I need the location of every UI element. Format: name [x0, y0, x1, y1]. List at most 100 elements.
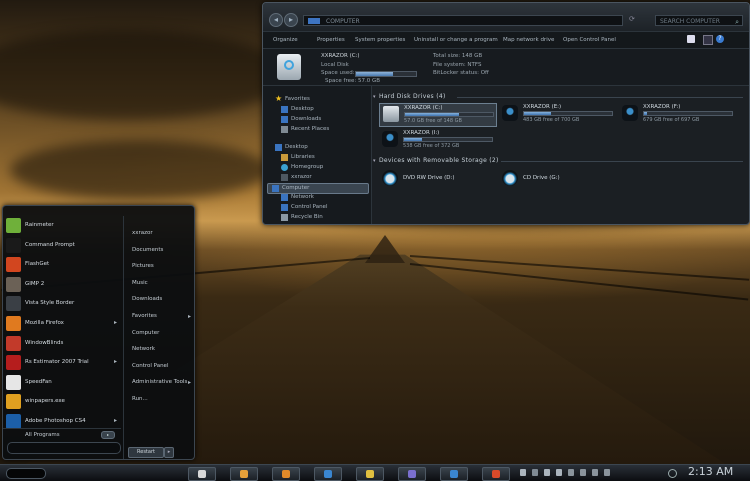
drive-tile-e[interactable]: XXRAZOR (E:) 483 GB free of 700 GB: [499, 103, 615, 125]
program-item[interactable]: Mozilla Firefox ▸: [3, 314, 121, 334]
taskbar-app-button[interactable]: [272, 467, 300, 481]
start-right-item[interactable]: Network: [132, 346, 155, 352]
start-right-item[interactable]: Documents: [132, 247, 163, 253]
uninstall-program-button[interactable]: Uninstall or change a program: [414, 37, 498, 43]
nav-control-panel[interactable]: Control Panel: [281, 203, 327, 212]
system-properties-button[interactable]: System properties: [355, 37, 405, 43]
external-drive-icon: [622, 105, 638, 121]
nav-computer[interactable]: Computer: [267, 183, 369, 194]
power-options-arrow[interactable]: ▸: [164, 447, 174, 458]
nav-recycle-bin[interactable]: Recycle Bin: [281, 213, 323, 222]
nav-downloads[interactable]: Downloads: [281, 115, 321, 124]
tray-icon[interactable]: [568, 469, 574, 476]
nav-libraries[interactable]: Libraries: [281, 153, 315, 162]
drive-tile-i[interactable]: XXRAZOR (I:) 538 GB free of 372 GB: [379, 129, 495, 151]
preview-pane-icon[interactable]: [703, 35, 713, 45]
nav-network[interactable]: Network: [281, 193, 314, 202]
tray-icon[interactable]: [580, 469, 586, 476]
refresh-icon[interactable]: ⟳: [629, 15, 635, 23]
tray-icon[interactable]: [604, 469, 610, 476]
nav-recent-places[interactable]: Recent Places: [281, 125, 329, 134]
map-network-drive-button[interactable]: Map network drive: [503, 37, 554, 43]
downloads-icon: [281, 116, 288, 123]
program-item[interactable]: Rainmeter: [3, 216, 121, 236]
network-tray-icon[interactable]: [544, 469, 550, 476]
organize-button[interactable]: Organize: [273, 37, 298, 43]
taskbar-app-button[interactable]: [314, 467, 342, 481]
program-icon: [6, 335, 21, 351]
drive-tile-d[interactable]: DVD RW Drive (D:): [379, 168, 495, 190]
program-label: Command Prompt: [25, 241, 75, 248]
program-item[interactable]: WindowBlinds: [3, 334, 121, 354]
nav-desktop[interactable]: Desktop: [275, 143, 308, 152]
start-right-item[interactable]: xxrazor: [132, 230, 153, 236]
back-button[interactable]: ◂: [269, 13, 283, 27]
drive-name: DVD RW Drive (D:): [403, 175, 455, 181]
submenu-arrow-icon: ▸: [113, 319, 117, 326]
start-button[interactable]: [6, 468, 46, 479]
drive-tile-g[interactable]: CD Drive (G:): [499, 168, 615, 190]
start-right-item[interactable]: Downloads: [132, 296, 162, 302]
help-icon[interactable]: ?: [716, 35, 724, 43]
nav-homegroup[interactable]: Homegroup: [281, 163, 323, 172]
group-hard-disk-drives[interactable]: Hard Disk Drives (4): [379, 93, 446, 100]
start-right-label: Control Panel: [132, 362, 169, 369]
start-search-input[interactable]: [7, 442, 121, 454]
search-input[interactable]: SEARCH COMPUTER ⌕: [655, 15, 743, 26]
start-right-item[interactable]: Control Panel: [132, 363, 168, 369]
view-icon[interactable]: [687, 35, 695, 43]
nav-user[interactable]: xxrazor: [281, 173, 312, 182]
cd-drive-icon: [502, 170, 518, 186]
start-right-item[interactable]: Administrative Tools ▸: [132, 379, 191, 386]
properties-button[interactable]: Properties: [317, 37, 345, 43]
start-right-item[interactable]: Computer: [132, 330, 159, 336]
drive-usage-bar: [523, 111, 613, 116]
program-item[interactable]: SpeedFan: [3, 373, 121, 393]
program-item[interactable]: Vista Style Border: [3, 294, 121, 314]
taskbar-app-button[interactable]: [440, 467, 468, 481]
control-panel-icon: [281, 204, 288, 211]
network-icon: [281, 194, 288, 201]
program-item[interactable]: Command Prompt: [3, 236, 121, 256]
group-removable-storage[interactable]: Devices with Removable Storage (2): [379, 157, 499, 164]
action-center-icon[interactable]: [532, 469, 538, 476]
address-bar[interactable]: COMPUTER: [303, 15, 623, 26]
volume-icon[interactable]: [556, 469, 562, 476]
program-item[interactable]: GIMP 2: [3, 275, 121, 295]
taskbar-app-button[interactable]: [482, 467, 510, 481]
taskbar-app-button[interactable]: [188, 467, 216, 481]
open-control-panel-button[interactable]: Open Control Panel: [563, 37, 616, 43]
taskbar-app-button[interactable]: [230, 467, 258, 481]
tray-icon[interactable]: [592, 469, 598, 476]
program-item[interactable]: Rs Estimator 2007 Trial ▸: [3, 353, 121, 373]
explorer-window[interactable]: ◂ ▸ COMPUTER ⟳ SEARCH COMPUTER ⌕ Organiz…: [262, 2, 750, 225]
hard-drive-icon: [277, 54, 301, 80]
nav-desktop-fav[interactable]: Desktop: [281, 105, 314, 114]
drive-tile-c[interactable]: XXRAZOR (C:) 57.0 GB free of 148 GB: [379, 103, 497, 127]
program-label: FlashGet: [25, 261, 50, 268]
nav-favorites[interactable]: ★ Favorites: [275, 94, 310, 104]
program-item[interactable]: FlashGet: [3, 255, 121, 275]
details-space-free: Space free: 57.0 GB: [325, 78, 380, 84]
clock[interactable]: 2:13 AM: [688, 465, 733, 478]
phone-icon[interactable]: [520, 469, 526, 476]
program-label: Rs Estimator 2007 Trial: [25, 359, 89, 366]
program-icon: [6, 374, 21, 390]
start-right-item[interactable]: Pictures: [132, 263, 154, 269]
drive-usage-bar: [403, 137, 493, 142]
taskbar: 2:13 AM: [0, 464, 750, 481]
restart-button[interactable]: Restart: [128, 447, 164, 458]
star-icon: ★: [275, 94, 283, 103]
all-programs-button[interactable]: All Programs ▸: [3, 428, 121, 441]
start-right-item[interactable]: Music: [132, 280, 148, 286]
drive-tile-f[interactable]: XXRAZOR (F:) 679 GB free of 697 GB: [619, 103, 735, 125]
program-item[interactable]: winpapers.exe: [3, 392, 121, 412]
search-placeholder: SEARCH COMPUTER: [660, 18, 720, 25]
taskbar-app-button[interactable]: [356, 467, 384, 481]
all-programs-label: All Programs: [25, 432, 60, 438]
drive-name: CD Drive (G:): [523, 175, 560, 181]
start-right-item[interactable]: Favorites ▸: [132, 313, 191, 320]
taskbar-app-button[interactable]: [398, 467, 426, 481]
forward-button[interactable]: ▸: [284, 13, 298, 27]
start-right-item[interactable]: Run...: [132, 396, 148, 402]
